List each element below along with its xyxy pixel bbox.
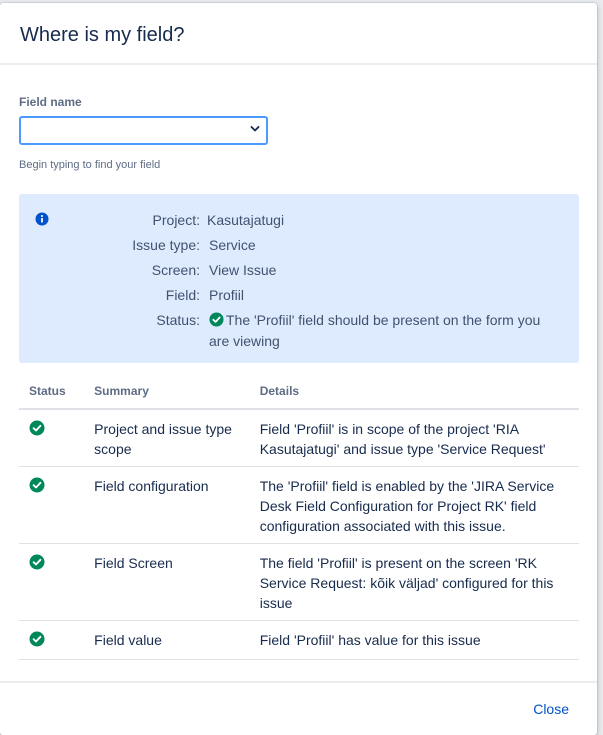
table-row: Field value Field 'Profiil' has value fo… <box>19 620 579 660</box>
info-value: Kasutajatugi <box>207 212 285 228</box>
row-summary: Field configuration <box>94 466 260 544</box>
check-circle-icon <box>209 312 224 327</box>
status-message: The 'Profiil' field should be present on… <box>209 310 559 352</box>
info-key: Field: <box>165 287 200 303</box>
info-value: View Issue <box>209 262 277 278</box>
header-status: Status <box>19 384 95 410</box>
row-details: Field 'Profiil' is in scope of the proje… <box>259 409 579 467</box>
row-summary: Project and issue type scope <box>94 409 260 467</box>
info-key: Status: <box>156 312 200 328</box>
results-table: Status Summary Details Project and issue… <box>19 384 579 660</box>
header-summary: Summary <box>94 384 260 410</box>
info-panel: Project: Kasutajatugi Issue type: Servic… <box>19 194 579 363</box>
row-summary: Field value <box>94 620 260 660</box>
header-details: Details <box>259 384 579 410</box>
field-name-select[interactable] <box>19 116 268 145</box>
close-button[interactable]: Close <box>533 700 569 718</box>
check-circle-icon <box>29 477 45 493</box>
info-value: Profiil <box>209 287 245 303</box>
row-details: Field 'Profiil' has value for this issue <box>259 620 579 660</box>
check-circle-icon <box>29 631 45 647</box>
info-key: Screen: <box>151 262 200 278</box>
table-row: Field Screen The field 'Profiil' is pres… <box>19 543 579 621</box>
info-value: Service <box>209 237 256 253</box>
table-row: Project and issue type scope Field 'Prof… <box>19 409 579 467</box>
field-name-label: Field name <box>19 95 82 109</box>
row-details: The 'Profiil' field is enabled by the 'J… <box>259 466 579 544</box>
check-circle-icon <box>29 554 45 570</box>
row-status <box>19 543 95 621</box>
chevron-down-icon[interactable] <box>250 124 260 134</box>
row-summary: Field Screen <box>94 543 260 621</box>
table-row: Field configuration The 'Profiil' field … <box>19 466 579 544</box>
info-icon <box>35 212 49 226</box>
dialog-header: Where is my field? <box>0 3 597 65</box>
row-status <box>19 409 95 467</box>
row-status <box>19 466 95 544</box>
field-name-help: Begin typing to find your field <box>19 159 161 171</box>
row-status <box>19 620 95 660</box>
info-key: Issue type: <box>132 237 200 253</box>
status-text: The 'Profiil' field should be present on… <box>209 312 541 349</box>
row-details: The field 'Profiil' is present on the sc… <box>259 543 579 621</box>
dialog-title: Where is my field? <box>20 24 185 46</box>
where-is-my-field-dialog: Where is my field? Field name Begin typi… <box>0 3 597 735</box>
info-key: Project: <box>152 212 200 228</box>
dialog-body: Field name Begin typing to find your fie… <box>0 95 597 660</box>
check-circle-icon <box>29 420 45 436</box>
table-header-row: Status Summary Details <box>19 384 579 410</box>
dialog-footer: Close <box>0 681 597 735</box>
